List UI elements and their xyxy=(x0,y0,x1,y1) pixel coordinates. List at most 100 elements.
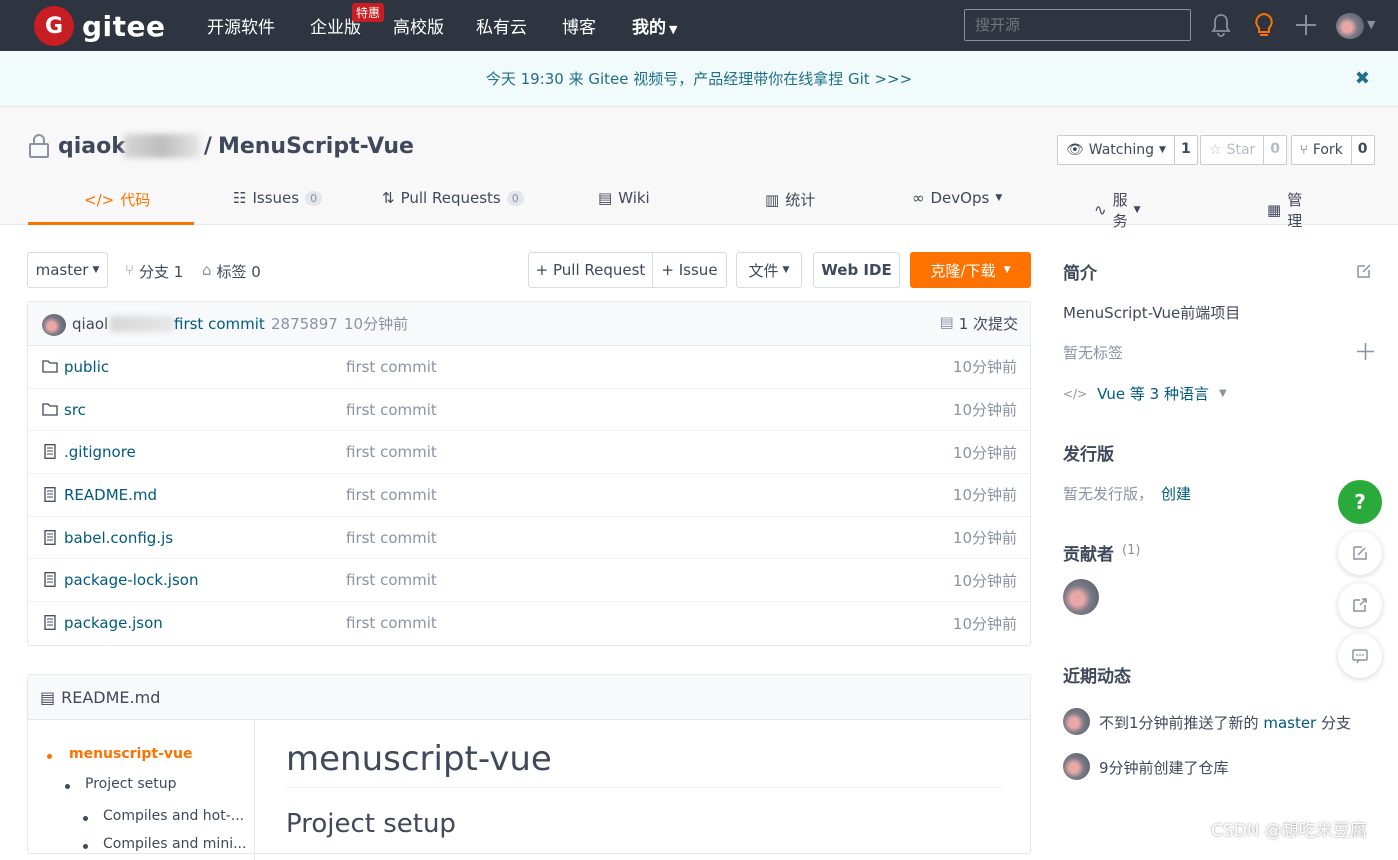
toc-item[interactable]: menuscript-vue xyxy=(69,746,192,762)
new-issue-button[interactable]: + Issue xyxy=(652,252,727,288)
repo-description: MenuScript-Vue前端项目 xyxy=(1063,304,1241,322)
star-count[interactable]: 0 xyxy=(1264,136,1286,164)
toc-item[interactable]: Project setup xyxy=(85,776,177,792)
fork-count[interactable]: 0 xyxy=(1352,136,1374,164)
chevron-down-icon[interactable]: ▼ xyxy=(1367,18,1375,31)
file-name-link[interactable]: README.md xyxy=(64,486,157,504)
file-commit-message[interactable]: first commit xyxy=(346,358,437,376)
nav-open-source[interactable]: 开源软件 xyxy=(207,13,275,38)
fork-button[interactable]: ⑂ Fork 0 xyxy=(1291,135,1375,165)
repo-name[interactable]: MenuScript-Vue xyxy=(218,134,414,159)
file-name-link[interactable]: src xyxy=(64,401,86,419)
file-row[interactable]: package.json first commit 10分钟前 xyxy=(28,602,1030,645)
announcement-link[interactable]: 今天 19:30 来 Gitee 视频号，产品经理带你在线拿捏 Git >>> xyxy=(486,68,912,89)
plus-icon[interactable] xyxy=(1295,14,1317,36)
fork-label: Fork xyxy=(1312,142,1343,158)
file-icon xyxy=(44,487,56,503)
contributors-count: (1) xyxy=(1122,543,1141,558)
file-commit-message[interactable]: first commit xyxy=(346,401,437,419)
nav-education[interactable]: 高校版 xyxy=(393,13,444,38)
infinity-icon: ∞ xyxy=(912,189,925,207)
toc-item[interactable]: Compiles and hot-... xyxy=(103,808,244,824)
repo-owner[interactable]: qiaok xyxy=(58,134,126,159)
bell-icon[interactable] xyxy=(1210,13,1232,37)
file-name-link[interactable]: package-lock.json xyxy=(64,571,198,589)
tab-service[interactable]: ∿ 服务 ▼ xyxy=(1094,189,1141,231)
tab-stats[interactable]: ▥ 统计 xyxy=(765,189,815,210)
share-button[interactable] xyxy=(1338,583,1382,627)
file-row[interactable]: public first commit 10分钟前 xyxy=(28,346,1030,389)
toc-bullet xyxy=(65,784,70,789)
contributor-avatar[interactable] xyxy=(1063,579,1099,615)
nav-blog[interactable]: 博客 xyxy=(562,13,596,38)
commit-message[interactable]: first commit xyxy=(174,315,265,333)
languages-dropdown[interactable]: </> Vue 等 3 种语言 ▼ xyxy=(1063,383,1227,404)
help-button[interactable]: ? xyxy=(1338,480,1382,524)
feedback-button[interactable] xyxy=(1338,531,1382,575)
tag-icon: ⌂ xyxy=(202,261,212,279)
file-row[interactable]: src first commit 10分钟前 xyxy=(28,389,1030,432)
tab-manage[interactable]: ▦ 管理 xyxy=(1267,189,1302,231)
tab-code[interactable]: </> 代码 xyxy=(84,189,150,210)
file-row[interactable]: package-lock.json first commit 10分钟前 xyxy=(28,559,1030,603)
file-commit-message[interactable]: first commit xyxy=(346,529,437,547)
activity-branch-link[interactable]: master xyxy=(1263,714,1316,732)
nav-private-cloud[interactable]: 私有云 xyxy=(476,13,527,38)
file-row[interactable]: .gitignore first commit 10分钟前 xyxy=(28,431,1030,475)
committer-avatar[interactable] xyxy=(42,314,66,336)
toc-item[interactable]: Compiles and mini... xyxy=(103,836,246,852)
watch-button[interactable]: 👁 Watching ▼ 1 xyxy=(1057,135,1198,165)
pulse-icon: ∿ xyxy=(1094,201,1107,219)
commit-hash[interactable]: 2875897 xyxy=(271,315,338,333)
fork-icon: ⑂ xyxy=(1300,142,1308,158)
branch-icon: ⑂ xyxy=(125,261,135,279)
tab-devops[interactable]: ∞ DevOps ▼ xyxy=(912,189,1002,207)
file-menu-button[interactable]: 文件 ▼ xyxy=(736,252,802,288)
repo-tabs: </> 代码 ☷ Issues 0 ⇅ Pull Requests 0 ▤ Wiki ▥ 统计… xyxy=(28,181,1302,230)
commit-author[interactable]: qiaol xyxy=(72,315,108,333)
readme-heading-2: Project setup xyxy=(286,809,456,839)
new-pull-request-button[interactable]: + Pull Request xyxy=(528,252,653,288)
chevron-down-icon: ▼ xyxy=(995,193,1003,203)
file-commit-message[interactable]: first commit xyxy=(346,571,437,589)
activity-text: 不到1分钟前推送了新的 xyxy=(1099,714,1264,732)
star-icon: ☆ xyxy=(1209,142,1222,158)
commit-count-link[interactable]: ▤ 1 次提交 xyxy=(940,313,1019,334)
file-name-link[interactable]: public xyxy=(64,358,109,376)
document-icon: ▦ xyxy=(1267,201,1282,219)
languages-label: Vue 等 3 种语言 xyxy=(1097,385,1209,403)
activity-avatar[interactable] xyxy=(1063,753,1090,780)
activity-avatar[interactable] xyxy=(1063,708,1090,735)
code-icon: </> xyxy=(1063,386,1088,401)
create-release-link[interactable]: 创建 xyxy=(1161,483,1191,504)
clone-download-button[interactable]: 克隆/下载 ▼ xyxy=(910,252,1031,288)
user-avatar[interactable] xyxy=(1336,13,1364,39)
file-name-link[interactable]: babel.config.js xyxy=(64,529,173,547)
gitee-logo[interactable]: G gitee xyxy=(34,6,166,46)
watch-count[interactable]: 1 xyxy=(1175,136,1197,164)
branch-select[interactable]: master ▼ xyxy=(27,252,108,288)
file-row[interactable]: README.md first commit 10分钟前 xyxy=(28,474,1030,517)
file-name-link[interactable]: .gitignore xyxy=(64,443,136,461)
edit-icon[interactable] xyxy=(1355,262,1373,280)
search-input[interactable] xyxy=(964,9,1191,41)
lightbulb-icon[interactable] xyxy=(1253,12,1275,38)
file-commit-message[interactable]: first commit xyxy=(346,443,437,461)
file-commit-message[interactable]: first commit xyxy=(346,486,437,504)
tab-wiki[interactable]: ▤ Wiki xyxy=(598,189,650,207)
file-name-link[interactable]: package.json xyxy=(64,614,163,632)
plus-icon[interactable] xyxy=(1357,343,1374,360)
star-button[interactable]: ☆ Star 0 xyxy=(1200,135,1288,165)
tab-issues[interactable]: ☷ Issues 0 xyxy=(233,189,323,207)
tab-pull-requests[interactable]: ⇅ Pull Requests 0 xyxy=(382,189,524,207)
tags-link[interactable]: ⌂ 标签 0 xyxy=(202,261,261,282)
file-row[interactable]: babel.config.js first commit 10分钟前 xyxy=(28,517,1030,560)
file-commit-message[interactable]: first commit xyxy=(346,614,437,632)
nav-mine[interactable]: 我的 ▼ xyxy=(632,13,677,38)
gitee-logo-text: gitee xyxy=(82,9,166,43)
chat-button[interactable] xyxy=(1338,634,1382,678)
web-ide-button[interactable]: Web IDE xyxy=(813,252,900,288)
branches-link[interactable]: ⑂ 分支 1 xyxy=(125,261,183,282)
close-icon[interactable]: ✖ xyxy=(1355,68,1370,89)
tab-code-label: 代码 xyxy=(120,191,151,209)
